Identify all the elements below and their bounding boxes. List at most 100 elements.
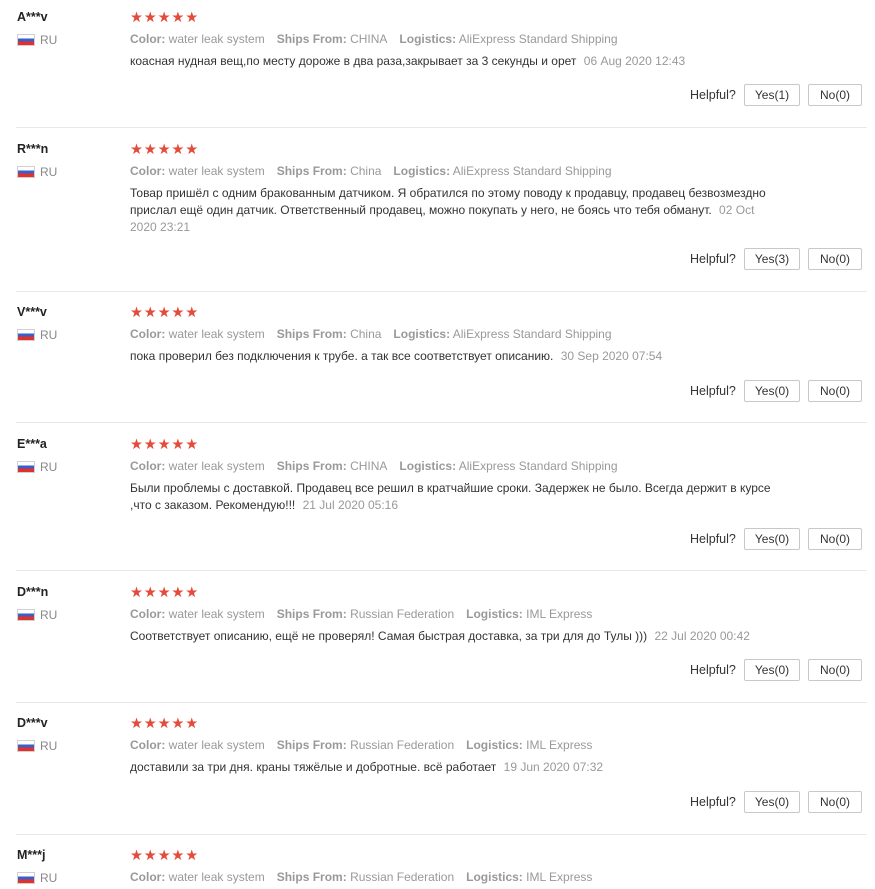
helpful-label: Helpful? — [690, 663, 736, 677]
reviewer-name: D***n — [17, 585, 49, 599]
star-rating: ★★★★★ — [130, 848, 199, 864]
helpful-label: Helpful? — [690, 252, 736, 266]
logistics-value: AliExpress Standard Shipping — [452, 327, 612, 341]
ships-from-value: Russian Federation — [350, 607, 455, 621]
review-content: пока проверил без подключения к трубе. а… — [130, 348, 780, 365]
yes-count: (0) — [774, 663, 790, 677]
order-info: Color: water leak system Ships From: Russ… — [130, 737, 604, 753]
ships-from-label: Ships From: — [276, 738, 347, 752]
helpful-no-button[interactable]: No (0) — [808, 248, 862, 270]
helpful-no-button[interactable]: No (0) — [808, 528, 862, 550]
review-date: 21 Jul 2020 05:16 — [302, 498, 399, 512]
helpful-no-button[interactable]: No (0) — [808, 380, 862, 402]
russia-flag-icon — [17, 166, 35, 178]
no-label: No — [819, 252, 836, 266]
ships-from-value: China — [350, 327, 382, 341]
russia-flag-icon — [17, 329, 35, 341]
yes-label: Yes — [754, 663, 775, 677]
star-rating: ★★★★★ — [130, 585, 199, 601]
review-content: Соответствует описанию, ещё не проверял!… — [130, 628, 780, 645]
ships-from-value: CHINA — [350, 459, 388, 473]
no-label: No — [819, 532, 836, 546]
color-label: Color: — [130, 327, 166, 341]
logistics-label: Logistics: — [466, 738, 523, 752]
russia-flag-icon — [17, 461, 35, 473]
reviewer-country: RU — [17, 327, 57, 343]
helpful-no-button[interactable]: No (0) — [808, 791, 862, 813]
helpful-no-button[interactable]: No (0) — [808, 659, 862, 681]
logistics-value: AliExpress Standard Shipping — [452, 164, 612, 178]
review-date: 06 Aug 2020 12:43 — [583, 54, 686, 68]
russia-flag-icon — [17, 34, 35, 46]
helpful-yes-button[interactable]: Yes (1) — [744, 84, 800, 106]
country-code: RU — [40, 460, 58, 474]
ships-from-value: Russian Federation — [350, 870, 455, 884]
helpful-label: Helpful? — [690, 88, 736, 102]
no-label: No — [819, 88, 836, 102]
review-text: Товар пришёл с одним бракованным датчико… — [130, 186, 766, 217]
country-code: RU — [40, 739, 58, 753]
reviewer-country: RU — [17, 738, 57, 754]
order-info: Color: water leak system Ships From: Russ… — [130, 606, 604, 622]
no-label: No — [819, 795, 836, 809]
star-rating: ★★★★★ — [130, 305, 199, 321]
helpful-label: Helpful? — [690, 795, 736, 809]
ships-from-label: Ships From: — [276, 607, 347, 621]
review-divider — [16, 127, 867, 128]
reviewer-name: A***v — [17, 10, 48, 24]
helpful-yes-button[interactable]: Yes (0) — [744, 528, 800, 550]
reviewer-name: M***j — [17, 848, 46, 862]
reviewer-country: RU — [17, 870, 57, 886]
review-content: Товар пришёл с одним бракованным датчико… — [130, 185, 780, 236]
helpful-no-button[interactable]: No (0) — [808, 84, 862, 106]
ships-from-value: CHINA — [350, 32, 388, 46]
review-divider — [16, 702, 867, 703]
yes-label: Yes — [754, 384, 775, 398]
no-count: (0) — [835, 532, 850, 546]
helpful-yes-button[interactable]: Yes (0) — [744, 380, 800, 402]
color-value: water leak system — [168, 459, 265, 473]
country-code: RU — [40, 871, 58, 885]
ships-from-label: Ships From: — [276, 459, 347, 473]
logistics-label: Logistics: — [399, 32, 457, 46]
review-date: 22 Jul 2020 00:42 — [654, 629, 750, 643]
yes-label: Yes — [754, 88, 775, 102]
yes-label: Yes — [754, 795, 775, 809]
ships-from-label: Ships From: — [276, 327, 347, 341]
helpful-yes-button[interactable]: Yes (0) — [744, 659, 800, 681]
star-rating: ★★★★★ — [130, 437, 199, 453]
reviewer-country: RU — [17, 607, 57, 623]
yes-label: Yes — [754, 252, 775, 266]
logistics-value: IML Express — [526, 607, 593, 621]
review-content: доставили за три дня. краны тяжёлые и до… — [130, 759, 780, 776]
reviewer-name: R***n — [17, 142, 49, 156]
order-info: Color: water leak system Ships From: Russ… — [130, 869, 604, 885]
logistics-label: Logistics: — [393, 164, 451, 178]
color-label: Color: — [130, 870, 166, 884]
logistics-value: IML Express — [526, 870, 593, 884]
order-info: Color: water leak system Ships From: Chin… — [130, 326, 624, 342]
yes-count: (0) — [774, 532, 790, 546]
helpful-yes-button[interactable]: Yes (3) — [744, 248, 800, 270]
no-label: No — [819, 663, 836, 677]
country-code: RU — [40, 328, 58, 342]
color-label: Color: — [130, 32, 166, 46]
review-text: коасная нудная вещ,по месту дороже в два… — [130, 54, 577, 68]
review-text: пока проверил без подключения к трубе. а… — [130, 349, 554, 363]
no-count: (0) — [835, 795, 850, 809]
review-content: коасная нудная вещ,по месту дороже в два… — [130, 53, 780, 70]
review-divider — [16, 570, 867, 571]
country-code: RU — [40, 165, 58, 179]
reviewer-name: E***a — [17, 437, 47, 451]
helpful-yes-button[interactable]: Yes (0) — [744, 791, 800, 813]
ships-from-label: Ships From: — [276, 32, 347, 46]
no-count: (0) — [835, 663, 850, 677]
russia-flag-icon — [17, 740, 35, 752]
reviewer-country: RU — [17, 32, 57, 48]
color-label: Color: — [130, 738, 166, 752]
no-label: No — [819, 384, 836, 398]
no-count: (0) — [835, 252, 850, 266]
review-divider — [16, 291, 867, 292]
color-value: water leak system — [168, 607, 265, 621]
country-code: RU — [40, 608, 58, 622]
